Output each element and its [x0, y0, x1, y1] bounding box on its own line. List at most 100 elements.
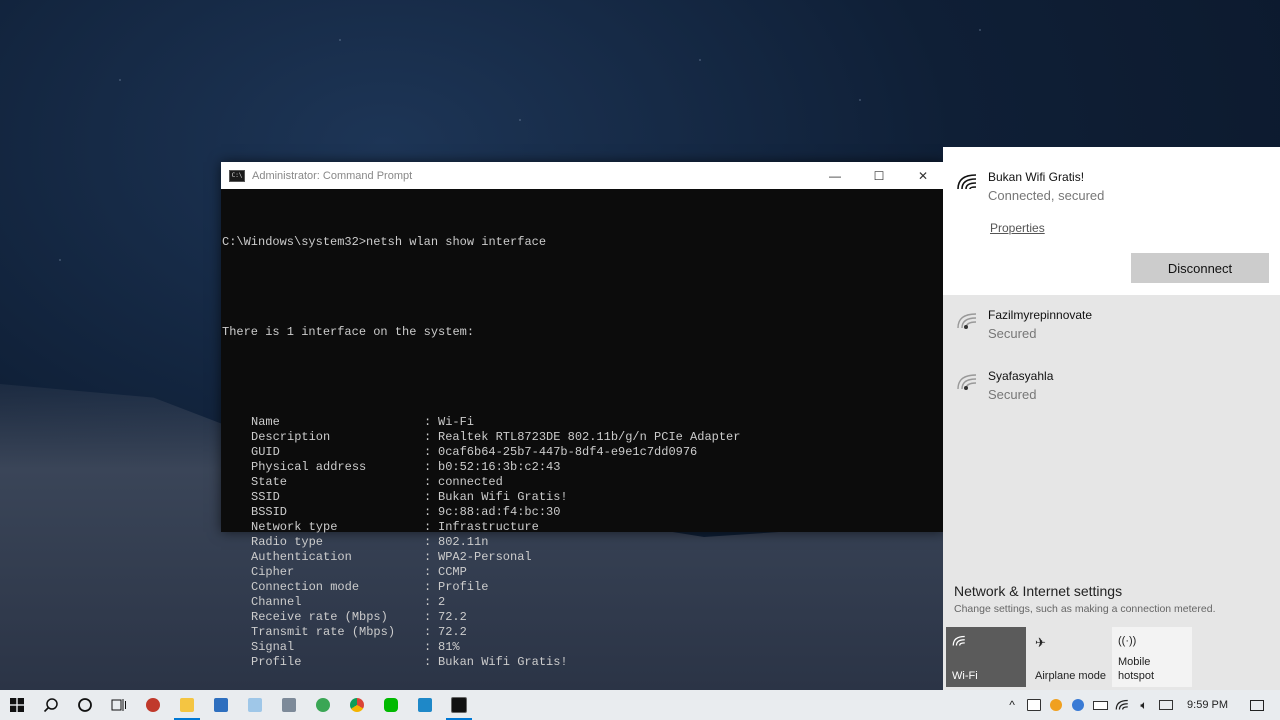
app-icon[interactable]	[408, 690, 442, 720]
app-icon[interactable]	[306, 690, 340, 720]
cmd-row-value: connected	[438, 475, 503, 489]
chevron-up-icon[interactable]: ^	[1001, 690, 1023, 720]
system-tray[interactable]: ^ 🔈︎ 9:59 PM	[1001, 690, 1280, 720]
cmd-row-separator: :	[424, 520, 432, 534]
wifi-signal-icon	[957, 174, 977, 190]
connected-network-item[interactable]: Bukan Wifi Gratis! Connected, secured Pr…	[943, 147, 1280, 295]
command-line: C:\Windows\system32>netsh wlan show inte…	[222, 235, 547, 249]
cmd-row-label: Connection mode	[251, 580, 360, 594]
cmd-row-separator: :	[424, 550, 432, 564]
app-tray-icon[interactable]	[1067, 690, 1089, 720]
cmd-interface-row: Cipher: CCMP	[222, 565, 945, 580]
wifi-secured-icon	[957, 313, 977, 329]
network-status: Secured	[988, 387, 1037, 402]
volume-icon[interactable]: 🔈︎	[1133, 690, 1155, 720]
mail-icon[interactable]	[204, 690, 238, 720]
cmd-interface-row: Channel:2	[222, 595, 945, 610]
cmd-interface-row: Authentication: WPA2-Personal	[222, 550, 945, 565]
cmd-interface-row: Receive rate (Mbps):72.2	[222, 610, 945, 625]
cmd-row-separator: :	[424, 580, 432, 594]
chrome-icon[interactable]	[340, 690, 374, 720]
cmd-titlebar[interactable]: C:\ Administrator: Command Prompt — ☐ ✕	[221, 162, 945, 189]
cmd-row-label: Channel	[251, 595, 302, 609]
search-icon[interactable]	[34, 690, 68, 720]
keyboard-icon[interactable]	[1155, 690, 1177, 720]
wifi-icon	[952, 635, 965, 646]
properties-link[interactable]: Properties	[990, 221, 1045, 235]
cmd-row-label: Transmit rate (Mbps)	[251, 625, 396, 639]
cmd-row-value: WPA2-Personal	[438, 550, 532, 564]
cmd-row-value: Bukan Wifi Gratis!	[438, 490, 568, 504]
cmd-row-label: Authentication	[251, 550, 352, 564]
cmd-interface-row: Radio type:802.11n	[222, 535, 945, 550]
cmd-row-value: 72.2	[438, 610, 467, 624]
tile-label: Airplane mode	[1035, 670, 1106, 682]
cmd-row-separator: :	[424, 610, 432, 624]
cmd-row-label: State	[251, 475, 288, 489]
start-icon[interactable]	[0, 690, 34, 720]
command-prompt-icon[interactable]	[442, 690, 476, 720]
taskbar[interactable]: ^ 🔈︎ 9:59 PM	[0, 690, 1280, 720]
airplane-icon: ✈	[1035, 635, 1046, 650]
cmd-row-value: 81%	[438, 640, 460, 654]
cmd-row-label: SSID	[251, 490, 280, 504]
battery-icon[interactable]	[1089, 690, 1111, 720]
wifi-toggle-tile[interactable]: Wi-Fi	[946, 627, 1026, 687]
cmd-row-separator: :	[424, 460, 432, 474]
security-icon[interactable]	[1023, 690, 1045, 720]
minimize-button[interactable]: —	[813, 162, 857, 189]
maximize-button[interactable]: ☐	[857, 162, 901, 189]
network-flyout[interactable]: Bukan Wifi Gratis! Connected, secured Pr…	[943, 147, 1280, 690]
line-icon[interactable]	[374, 690, 408, 720]
cmd-interface-row: Profile: Bukan Wifi Gratis!	[222, 655, 945, 670]
console-output[interactable]: C:\Windows\system32>netsh wlan show inte…	[221, 189, 945, 700]
cmd-row-label: Name	[251, 415, 280, 429]
cmd-row-label: Description	[251, 430, 331, 444]
network-settings-description: Change settings, such as making a connec…	[954, 603, 1216, 615]
cmd-row-separator: :	[424, 565, 432, 579]
mobile-hotspot-tile[interactable]: ((·)) Mobile hotspot	[1112, 627, 1192, 687]
cmd-row-label: Profile	[251, 655, 302, 669]
cmd-row-label: Cipher	[251, 565, 295, 579]
tile-label: Mobile hotspot	[1118, 656, 1155, 682]
command-prompt-icon: C:\	[229, 169, 245, 182]
disconnect-button[interactable]: Disconnect	[1131, 253, 1269, 283]
network-item-syafasyahla[interactable]: Syafasyahla Secured	[943, 365, 1280, 421]
task-view-icon[interactable]	[102, 690, 136, 720]
cmd-row-separator: :	[424, 505, 432, 519]
cmd-row-label: GUID	[251, 445, 280, 459]
cmd-row-value: 0caf6b64-25b7-447b-8df4-e9e1c7dd0976	[438, 445, 698, 459]
airplane-mode-tile[interactable]: ✈ Airplane mode	[1029, 627, 1109, 687]
cmd-row-separator: :	[424, 490, 432, 504]
cmd-interface-row: Transmit rate (Mbps):72.2	[222, 625, 945, 640]
wifi-secured-icon	[957, 374, 977, 390]
summary-line: There is 1 interface on the system:	[222, 325, 475, 339]
cmd-interface-row: Name: Wi-Fi	[222, 415, 945, 430]
wifi-icon[interactable]	[1111, 690, 1133, 720]
network-status: Secured	[988, 326, 1037, 341]
cmd-row-value: Wi-Fi	[438, 415, 475, 429]
network-settings-link[interactable]: Network & Internet settings	[954, 583, 1122, 599]
cmd-row-value: Infrastructure	[438, 520, 539, 534]
command-prompt-window[interactable]: C:\ Administrator: Command Prompt — ☐ ✕ …	[221, 162, 945, 669]
notepad-icon[interactable]	[238, 690, 272, 720]
cortana-icon[interactable]	[68, 690, 102, 720]
clock[interactable]: 9:59 PM	[1187, 699, 1228, 711]
tile-label: Wi-Fi	[952, 670, 978, 682]
cmd-row-label: Radio type	[251, 535, 324, 549]
cmd-row-separator: :	[424, 535, 432, 549]
network-status: Connected, secured	[988, 188, 1105, 203]
file-explorer-icon[interactable]	[170, 690, 204, 720]
cmd-row-value: Profile	[438, 580, 489, 594]
network-item-fazilmyrepinnovate[interactable]: Fazilmyrepinnovate Secured	[943, 304, 1280, 360]
cmd-row-label: Network type	[251, 520, 338, 534]
close-button[interactable]: ✕	[901, 162, 945, 189]
notifications-icon[interactable]	[1246, 690, 1268, 720]
app-icon[interactable]	[136, 690, 170, 720]
cmd-row-separator: :	[424, 475, 432, 489]
cmd-row-value: b0:52:16:3b:c2:43	[438, 460, 561, 474]
app-tray-icon[interactable]	[1045, 690, 1067, 720]
cmd-row-separator: :	[424, 640, 432, 654]
photos-icon[interactable]	[272, 690, 306, 720]
cmd-interface-row: Network type: Infrastructure	[222, 520, 945, 535]
